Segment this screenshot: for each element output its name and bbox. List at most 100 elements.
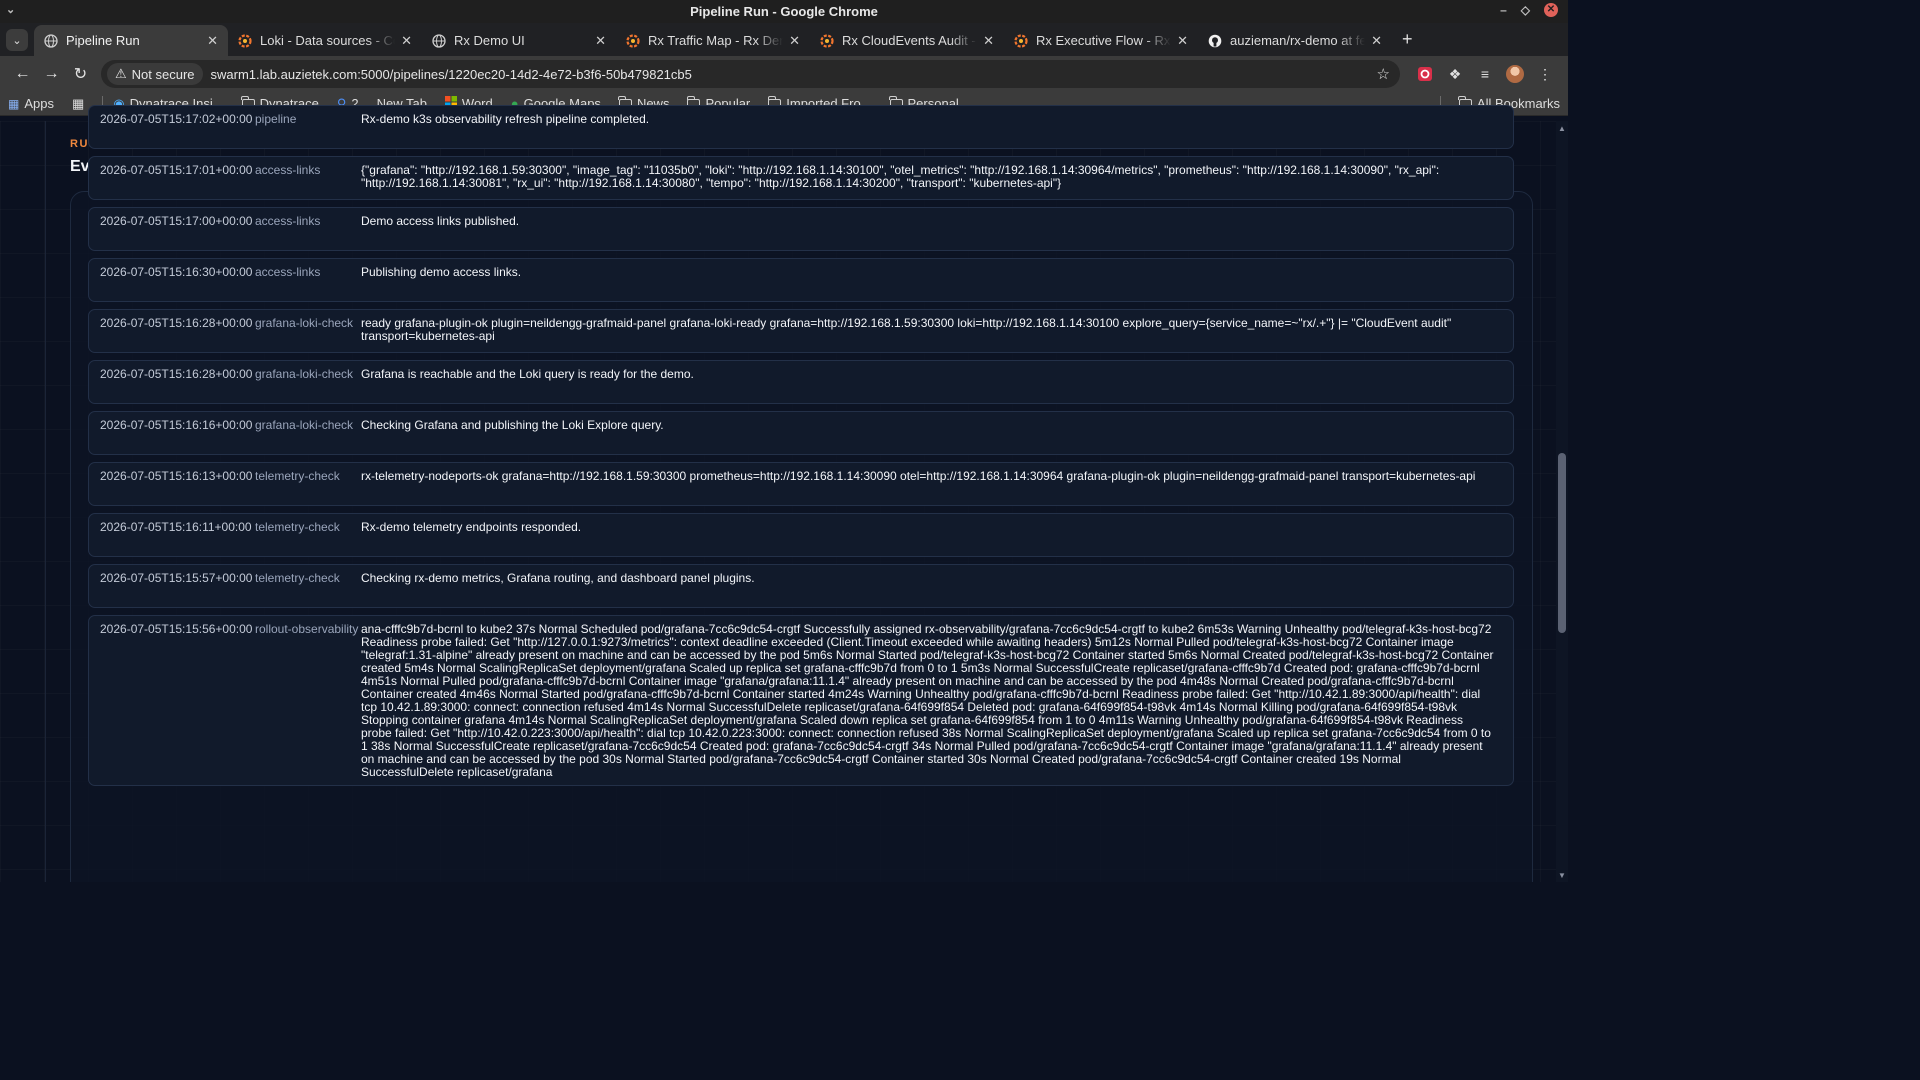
event-row: 2026-07-05T15:17:02+00:00 pipeline Rx-de… xyxy=(88,105,1514,149)
tab-title: auzieman/rx-demo at feature xyxy=(1230,33,1366,48)
event-timestamp: 2026-07-05T15:16:28+00:00 xyxy=(100,367,253,381)
event-row: 2026-07-05T15:16:16+00:00 grafana-loki-c… xyxy=(88,411,1514,455)
grafana-icon xyxy=(820,33,834,48)
event-row: 2026-07-05T15:15:57+00:00 telemetry-chec… xyxy=(88,564,1514,608)
grafana-icon xyxy=(626,33,640,48)
tab-pipeline-run[interactable]: Pipeline Run ✕ xyxy=(34,25,228,56)
minimize-icon[interactable]: – xyxy=(1500,3,1507,17)
tab-title: Rx Demo UI xyxy=(454,33,525,48)
reload-icon[interactable]: ↻ xyxy=(66,60,95,89)
event-row: 2026-07-05T15:16:13+00:00 telemetry-chec… xyxy=(88,462,1514,506)
tab-title: Pipeline Run xyxy=(66,33,140,48)
tab-search-button[interactable]: ⌄ xyxy=(6,29,28,51)
event-row: 2026-07-05T15:16:30+00:00 access-links P… xyxy=(88,258,1514,302)
event-message: Demo access links published. xyxy=(361,214,520,228)
event-source: grafana-loki-check xyxy=(255,316,354,330)
tab-groups-icon: ▦ xyxy=(71,95,85,111)
site-security-chip[interactable]: ⚠ Not secure xyxy=(107,63,203,85)
tab-rx-demo-ui[interactable]: Rx Demo UI ✕ xyxy=(422,25,616,56)
event-message: Checking Grafana and publishing the Loki… xyxy=(361,418,664,432)
tab-rx-traffic-map[interactable]: Rx Traffic Map - Rx Demo ✕ xyxy=(616,25,810,56)
event-list: 2026-07-05T15:17:02+00:00 pipeline Rx-de… xyxy=(88,105,1514,793)
event-timestamp: 2026-07-05T15:16:11+00:00 xyxy=(100,520,252,534)
close-tab-icon[interactable]: ✕ xyxy=(401,33,412,49)
event-row: 2026-07-05T15:16:28+00:00 grafana-loki-c… xyxy=(88,360,1514,404)
scroll-down-arrow-icon[interactable]: ▼ xyxy=(1558,871,1566,880)
close-tab-icon[interactable]: ✕ xyxy=(983,33,994,49)
close-tab-icon[interactable]: ✕ xyxy=(1177,33,1188,49)
page-scrollbar[interactable]: ▲ ▼ xyxy=(1556,121,1568,882)
avatar xyxy=(1506,65,1524,83)
tab-github-rx-demo[interactable]: auzieman/rx-demo at feature ✕ xyxy=(1198,25,1392,56)
scroll-up-arrow-icon[interactable]: ▲ xyxy=(1558,124,1566,133)
window-title: Pipeline Run - Google Chrome xyxy=(690,4,878,19)
event-timestamp: 2026-07-05T15:17:01+00:00 xyxy=(100,163,253,177)
tab-title: Rx Traffic Map - Rx Demo xyxy=(648,33,784,48)
reading-list-icon[interactable]: ≡ xyxy=(1470,60,1500,88)
tab-rx-cloudevents-audit[interactable]: Rx CloudEvents Audit - Rx ✕ xyxy=(810,25,1004,56)
kebab-menu-icon[interactable]: ⋮ xyxy=(1530,60,1560,88)
close-tab-icon[interactable]: ✕ xyxy=(595,33,606,49)
event-message: Publishing demo access links. xyxy=(361,265,522,279)
event-timestamp: 2026-07-05T15:15:57+00:00 xyxy=(100,571,253,585)
event-source: access-links xyxy=(255,265,321,279)
event-source: grafana-loki-check xyxy=(255,367,354,381)
event-message: Rx-demo k3s observability refresh pipeli… xyxy=(361,112,650,126)
event-timestamp: 2026-07-05T15:17:02+00:00 xyxy=(100,112,253,126)
event-row: 2026-07-05T15:17:00+00:00 access-links D… xyxy=(88,207,1514,251)
forward-arrow-icon[interactable]: → xyxy=(37,60,66,89)
tab-strip: ⌄ Pipeline Run ✕ Loki - Data sources - C… xyxy=(0,23,1568,56)
event-timestamp: 2026-07-05T15:16:16+00:00 xyxy=(100,418,253,432)
warning-triangle-icon: ⚠ xyxy=(115,66,127,81)
bookmark-apps[interactable]: ▦ Apps xyxy=(8,96,54,111)
bookmark-tab-groups[interactable]: ▦ xyxy=(72,96,84,112)
profile-avatar[interactable] xyxy=(1500,60,1530,88)
close-tab-icon[interactable]: ✕ xyxy=(789,33,800,49)
event-source: telemetry-check xyxy=(255,469,340,483)
extension-red-icon[interactable] xyxy=(1410,60,1440,88)
close-tab-icon[interactable]: ✕ xyxy=(207,33,218,49)
event-message: ana-cfffc9b7d-bcrnl to kube2 37s Normal … xyxy=(361,622,1494,779)
event-row: 2026-07-05T15:16:11+00:00 telemetry-chec… xyxy=(88,513,1514,557)
address-bar[interactable]: ⚠ Not secure swarm1.lab.auzietek.com:500… xyxy=(101,60,1400,88)
event-source: telemetry-check xyxy=(255,520,340,534)
security-label: Not secure xyxy=(131,66,195,82)
globe-icon xyxy=(432,33,446,48)
event-source: rollout-observability xyxy=(255,622,359,636)
url-text[interactable]: swarm1.lab.auzietek.com:5000/pipelines/1… xyxy=(211,67,1377,82)
event-timestamp: 2026-07-05T15:15:56+00:00 xyxy=(100,622,253,636)
event-source: pipeline xyxy=(255,112,297,126)
restore-icon[interactable]: ◇ xyxy=(1521,3,1530,17)
window-title-bar: ⌄ Pipeline Run - Google Chrome – ◇ ✕ xyxy=(0,0,1568,23)
tab-title: Rx CloudEvents Audit - Rx xyxy=(842,33,977,48)
tab-title: Loki - Data sources - Connections xyxy=(260,33,395,48)
event-message: {"grafana": "http://192.168.1.59:30300",… xyxy=(361,163,1440,190)
event-source: access-links xyxy=(255,214,321,228)
scrollbar-thumb[interactable] xyxy=(1558,453,1566,633)
tab-loki-data-sources[interactable]: Loki - Data sources - Connections ✕ xyxy=(228,25,422,56)
event-message: Grafana is reachable and the Loki query … xyxy=(361,367,694,381)
window-menu-chevron-icon[interactable]: ⌄ xyxy=(6,3,15,16)
bookmark-star-icon[interactable]: ☆ xyxy=(1377,65,1390,83)
close-window-icon[interactable]: ✕ xyxy=(1544,3,1558,17)
event-timestamp: 2026-07-05T15:16:30+00:00 xyxy=(100,265,253,279)
globe-icon xyxy=(44,33,58,48)
event-timestamp: 2026-07-05T15:16:28+00:00 xyxy=(100,316,253,330)
event-message: ready grafana-plugin-ok plugin=neildengg… xyxy=(361,316,1452,343)
event-message: Rx-demo telemetry endpoints responded. xyxy=(361,520,582,534)
bookmark-label: Apps xyxy=(24,96,54,111)
close-tab-icon[interactable]: ✕ xyxy=(1371,33,1382,49)
event-message: rx-telemetry-nodeports-ok grafana=http:/… xyxy=(361,469,1476,483)
event-row: 2026-07-05T15:16:28+00:00 grafana-loki-c… xyxy=(88,309,1514,353)
event-row: 2026-07-05T15:15:56+00:00 rollout-observ… xyxy=(88,615,1514,786)
back-arrow-icon[interactable]: ← xyxy=(8,60,37,89)
browser-toolbar: ← → ↻ ⚠ Not secure swarm1.lab.auzietek.c… xyxy=(0,56,1568,92)
event-row: 2026-07-05T15:17:01+00:00 access-links {… xyxy=(88,156,1514,200)
extensions-puzzle-icon[interactable]: ❖ xyxy=(1440,60,1470,88)
content-border xyxy=(45,121,46,882)
event-source: access-links xyxy=(255,163,321,177)
new-tab-button[interactable]: + xyxy=(1392,29,1423,56)
event-source: telemetry-check xyxy=(255,571,340,585)
tab-rx-executive-flow[interactable]: Rx Executive Flow - Rx Demo ✕ xyxy=(1004,25,1198,56)
tab-title: Rx Executive Flow - Rx Demo xyxy=(1036,33,1171,48)
